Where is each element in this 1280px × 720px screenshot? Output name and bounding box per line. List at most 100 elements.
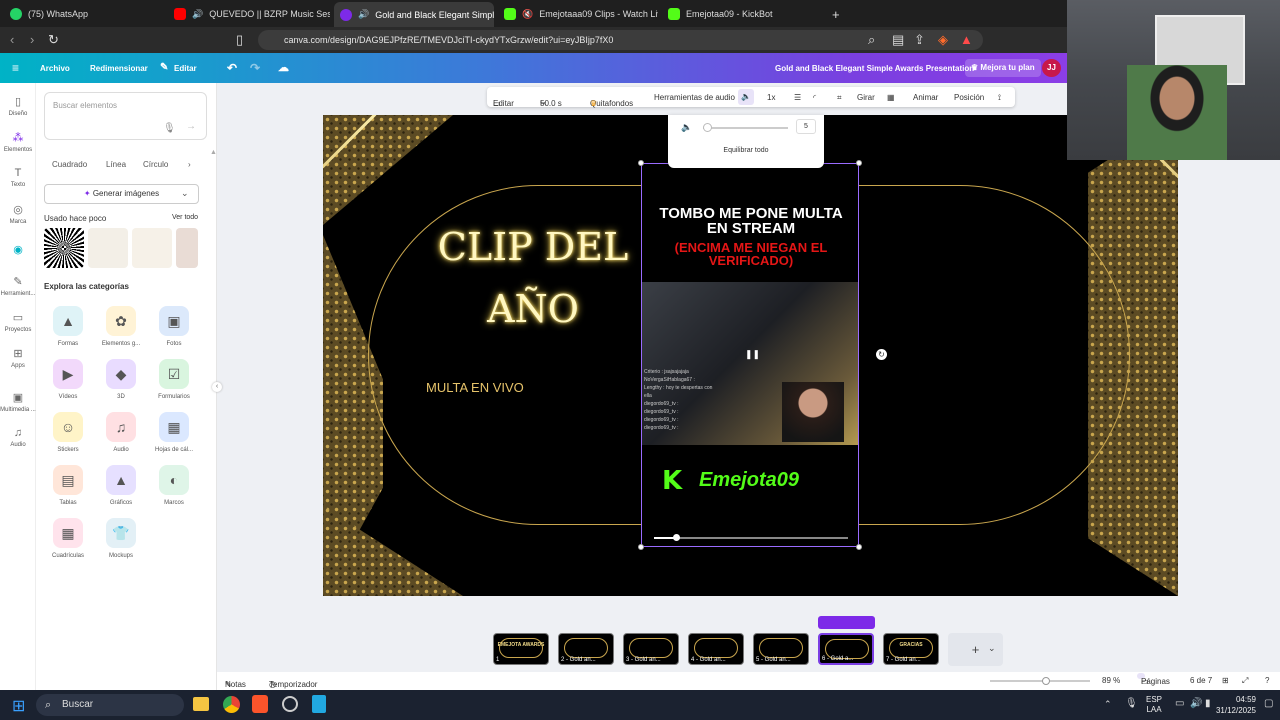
tab-kick-clips[interactable]: 🔇 Emejotaaa09 Clips - Watch Live o (498, 4, 658, 24)
grid-view-icon[interactable]: ⊞ (1222, 676, 1229, 685)
rail-apps[interactable]: ⊞ Apps (0, 347, 36, 369)
balance-all-button[interactable]: Equilibrar todo (668, 147, 824, 154)
volume-icon[interactable]: 🔈 (738, 89, 754, 105)
slide-title-line1[interactable]: CLIP DEL (433, 225, 633, 269)
scrubber-handle[interactable] (673, 534, 680, 541)
menu-redimensionar[interactable]: Redimensionar (90, 64, 148, 73)
tab-youtube[interactable]: 🔊 QUEVEDO || BZRP Music Session (168, 4, 330, 24)
toolbar-speed[interactable]: 1x (767, 93, 775, 102)
bookmark-icon[interactable]: ▯ (236, 32, 243, 48)
taskbar-search[interactable]: ⌕ Buscar (36, 694, 184, 716)
notification-icon[interactable]: ▢ (1264, 698, 1273, 709)
chevron-right-icon[interactable]: › (188, 157, 191, 173)
category-shapes[interactable]: ▲ Formas (42, 306, 94, 347)
chevron-down-icon[interactable]: ⌄ (181, 188, 189, 199)
category-shirt[interactable]: 👕 Mockups (95, 518, 147, 559)
microphone-icon[interactable]: 🎙 (1125, 698, 1138, 709)
chip-circulo[interactable]: Círculo (143, 157, 168, 173)
notes-app-icon[interactable] (312, 695, 326, 713)
audio-track-marker[interactable] (818, 616, 875, 629)
search-input[interactable]: Buscar elementos 🎙 → (44, 92, 207, 140)
category-music[interactable]: ♫ Audio (95, 412, 147, 453)
video-scrubber[interactable] (654, 537, 848, 539)
avatar[interactable]: JJ (1042, 59, 1061, 77)
page-thumbnail[interactable]: 2 - Gold an... (558, 633, 614, 665)
clock[interactable]: 04:59 31/12/2025 (1214, 694, 1256, 716)
cloud-save-icon[interactable]: ☁ (278, 61, 289, 74)
zoom-slider[interactable] (990, 680, 1090, 682)
category-video[interactable]: ▶ Vídeos (42, 359, 94, 400)
scroll-up-icon[interactable]: ▲ (210, 149, 217, 156)
resize-handle[interactable] (638, 544, 644, 550)
chevron-down-icon[interactable]: ⌄ (988, 643, 996, 654)
pause-icon[interactable]: ❚❚ (745, 349, 760, 360)
slide-subtitle[interactable]: MULTA EN VIVO (426, 380, 524, 395)
doc-title[interactable]: Gold and Black Elegant Simple Awards Pre… (775, 64, 974, 73)
volume-icon[interactable]: 🔊 (1190, 698, 1202, 709)
zoom-slider-handle[interactable] (1042, 677, 1050, 685)
microphone-icon[interactable]: 🎙 (163, 123, 176, 134)
rotate-icon[interactable]: ↻ (876, 349, 887, 360)
rail-audio[interactable]: ♫ Audio (0, 427, 36, 448)
upgrade-button[interactable]: ♛ Mejora tu plan (965, 59, 1041, 77)
menu-icon[interactable]: ≡ (12, 61, 19, 75)
category-grid[interactable]: ▦ Cuadrículas (42, 518, 94, 559)
brave-icon[interactable] (252, 695, 268, 713)
rail-magic[interactable]: ◉ (0, 243, 36, 259)
file-explorer-icon[interactable] (193, 697, 209, 711)
toolbar-animar[interactable]: Animar (913, 93, 938, 102)
obs-icon[interactable] (282, 696, 298, 712)
paint-roller-icon[interactable]: ⟟ (998, 93, 1001, 103)
rail-proyectos[interactable]: ▭ Proyectos (0, 311, 36, 333)
page-thumbnail[interactable]: GRACIAS 7 - Gold an... (883, 633, 939, 665)
tab-canva[interactable]: 🔊 Gold and Black Elegant Simpl ✕ (334, 2, 494, 27)
video-element[interactable]: TOMBO ME PONE MULTA EN STREAM (ENCIMA ME… (641, 163, 859, 547)
recent-thumb-person[interactable] (176, 228, 198, 268)
language-indicator[interactable]: ESP LAA (1146, 695, 1162, 715)
fullscreen-icon[interactable]: ⤢ (1242, 676, 1248, 686)
page-thumbnail[interactable]: 3 - Gold an... (623, 633, 679, 665)
chip-cuadrado[interactable]: Cuadrado (52, 157, 87, 173)
transparency-icon[interactable]: ▦ (887, 93, 895, 102)
see-all-link[interactable]: Ver todo (172, 214, 198, 221)
tab-whatsapp[interactable]: (75) WhatsApp (4, 4, 164, 24)
battery-icon[interactable]: ▮ (1205, 698, 1211, 709)
resize-handle[interactable] (856, 544, 862, 550)
category-frame[interactable]: ◐ Marcos (148, 465, 200, 506)
zoom-level[interactable]: 89 % (1102, 676, 1120, 685)
brave-rewards-icon[interactable]: ▲ (960, 32, 973, 48)
resize-handle[interactable] (856, 160, 862, 166)
forward-icon[interactable]: › (30, 32, 34, 48)
rail-diseno[interactable]: ▯ Diseño (0, 95, 36, 117)
rail-multimedia[interactable]: ▣ Multimedia ... (0, 391, 36, 413)
reload-icon[interactable]: ↻ (48, 32, 59, 48)
slide-title-line2[interactable]: AÑO (433, 287, 633, 331)
back-icon[interactable]: ‹ (10, 32, 14, 48)
page-thumbnail[interactable]: 6 - Gold a... (818, 633, 874, 665)
share-icon[interactable]: ⇪ (914, 32, 925, 48)
category-photo[interactable]: ▣ Fotos (148, 306, 200, 347)
toolbar-audio-tools[interactable]: Herramientas de audio (654, 93, 735, 102)
tab-kickbot[interactable]: Emejotaa09 - KickBot (662, 4, 822, 24)
category-chart[interactable]: ▲ Gráficos (95, 465, 147, 506)
category-table[interactable]: ▤ Tablas (42, 465, 94, 506)
chip-linea[interactable]: Línea (106, 157, 126, 173)
crop-icon[interactable]: ⌗ (837, 93, 842, 103)
rail-herramientas[interactable]: ✎ Herramient... (0, 275, 36, 297)
brave-shield-icon[interactable]: ◈ (938, 32, 948, 48)
volume-icon[interactable]: 🔈 (681, 122, 692, 133)
page-thumbnail[interactable]: 4 - Gold an... (688, 633, 744, 665)
menu-editar[interactable]: Editar (174, 64, 197, 73)
volume-value[interactable]: 5 (796, 119, 816, 134)
category-form[interactable]: ☑ Formularios (148, 359, 200, 400)
toolbar-posicion[interactable]: Posición (954, 93, 984, 102)
category-smiley[interactable]: ☺ Stickers (42, 412, 94, 453)
rail-texto[interactable]: T Texto (0, 167, 36, 188)
menu-archivo[interactable]: Archivo (40, 64, 70, 73)
recent-thumb-burst[interactable] (44, 228, 84, 268)
zoom-icon[interactable]: ⌕ (868, 32, 875, 48)
toolbar-girar[interactable]: Girar (857, 93, 875, 102)
monitor-icon[interactable]: ▭ (1175, 698, 1184, 709)
volume-slider[interactable] (703, 127, 788, 129)
category-cube[interactable]: ◆ 3D (95, 359, 147, 400)
